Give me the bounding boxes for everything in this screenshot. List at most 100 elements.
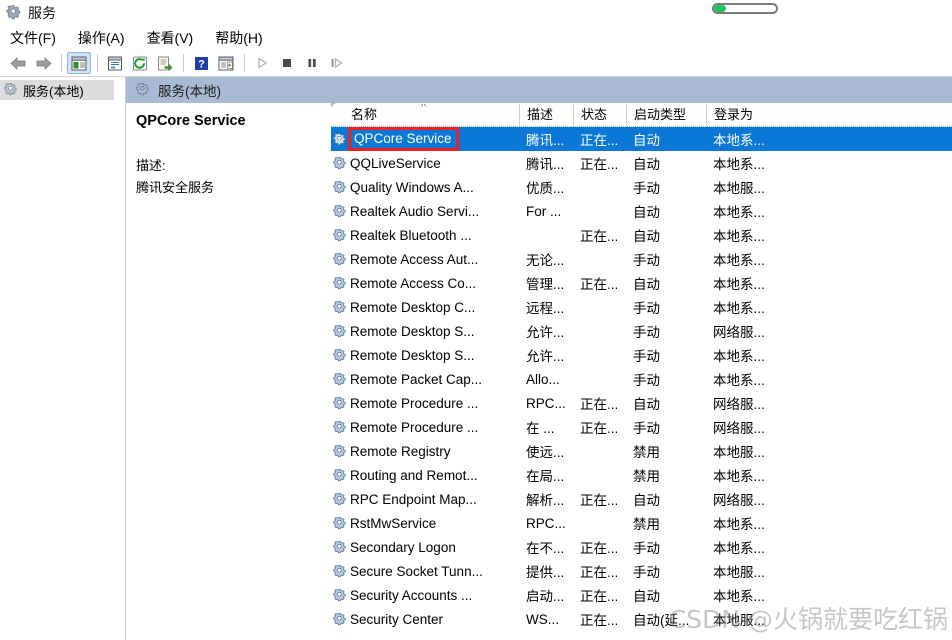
table-row[interactable]: Secure Socket Tunn... 提供... 正在... 手动 本地服... <box>331 559 952 583</box>
cell-service-startup-type: 手动 <box>633 301 660 316</box>
sort-ascending-icon: ^ <box>421 104 427 113</box>
cell-service-name: Remote Desktop S... <box>331 324 519 339</box>
service-gear-icon <box>333 276 347 290</box>
cell-service-name: RPC Endpoint Map... <box>331 492 519 507</box>
column-header-description[interactable]: 描述 <box>519 104 573 126</box>
service-gear-icon <box>333 396 347 410</box>
cell-service-log-on-as: 本地系... <box>713 541 765 556</box>
cell-service-name: Routing and Remot... <box>331 468 519 483</box>
table-row[interactable]: Remote Procedure ... 在 ... 正在... 手动 网络服... <box>331 415 952 439</box>
column-header-name[interactable]: 名称 ^ <box>331 104 519 126</box>
service-name-label: Realtek Bluetooth ... <box>350 227 472 243</box>
cell-service-description: 腾讯... <box>526 157 565 172</box>
cell-service-startup-type: 禁用 <box>633 469 660 484</box>
cell-service-log-on-as: 本地系... <box>713 301 765 316</box>
table-row[interactable]: QPCore Service 腾讯... 正在... 自动 本地系... <box>331 127 952 151</box>
service-gear-icon <box>333 180 347 194</box>
service-gear-icon <box>333 324 347 338</box>
column-header-startup-type[interactable]: 启动类型 <box>626 104 706 126</box>
cell-service-startup-type: 禁用 <box>633 445 660 460</box>
table-row[interactable]: Realtek Audio Servi... For ... 自动 本地系... <box>331 199 952 223</box>
svg-text:?: ? <box>198 58 205 70</box>
service-gear-icon <box>333 420 347 434</box>
cell-service-status: 正在... <box>580 277 619 292</box>
table-row[interactable]: Remote Procedure ... RPC... 正在... 自动 网络服... <box>331 391 952 415</box>
stop-service-icon[interactable] <box>275 52 299 74</box>
cell-service-startup-type: 禁用 <box>633 517 660 532</box>
table-row[interactable]: Realtek Bluetooth ... 正在... 自动 本地系... <box>331 223 952 247</box>
service-name-label: Realtek Audio Servi... <box>350 203 480 219</box>
start-service-icon[interactable] <box>250 52 274 74</box>
menu-bar: 文件(F) 操作(A) 查看(V) 帮助(H) <box>0 26 952 50</box>
table-row[interactable]: Remote Desktop S... 允许... 手动 本地系... <box>331 343 952 367</box>
table-row[interactable]: Quality Windows A... 优质... 手动 本地服... <box>331 175 952 199</box>
cell-service-log-on-as: 本地服... <box>713 565 765 580</box>
table-row[interactable]: Remote Desktop C... 远程... 手动 本地系... <box>331 295 952 319</box>
menu-action[interactable]: 操作(A) <box>76 26 135 50</box>
forward-arrow-icon[interactable] <box>31 52 55 74</box>
pause-service-icon[interactable] <box>300 52 324 74</box>
toolbar-separator-3 <box>183 54 184 72</box>
service-name-label: Remote Procedure ... <box>350 419 479 435</box>
cell-service-description: 在局... <box>526 469 565 484</box>
help-icon[interactable]: ? <box>189 52 213 74</box>
cell-service-name: Remote Packet Cap... <box>331 372 519 387</box>
table-row[interactable]: Remote Registry 使远... 禁用 本地服... <box>331 439 952 463</box>
cell-service-status: 正在... <box>580 541 619 556</box>
service-name-label: Secure Socket Tunn... <box>350 563 483 579</box>
table-row[interactable]: Remote Desktop S... 允许... 手动 网络服... <box>331 319 952 343</box>
show-action-pane-icon[interactable] <box>214 52 238 74</box>
cell-service-status: 正在... <box>580 493 619 508</box>
cell-service-startup-type: 自动 <box>633 397 660 412</box>
cell-service-log-on-as: 本地服... <box>713 445 765 460</box>
menu-view[interactable]: 查看(V) <box>145 26 204 50</box>
back-arrow-icon[interactable] <box>6 52 30 74</box>
cell-service-name: Security Accounts ... <box>331 588 519 603</box>
services-rows: QPCore Service 腾讯... 正在... 自动 本地系... QQLiveSe… <box>331 127 952 631</box>
cell-service-log-on-as: 网络服... <box>713 397 765 412</box>
service-name-label: Secondary Logon <box>350 539 456 555</box>
service-name-label: Quality Windows A... <box>350 179 474 195</box>
cell-service-log-on-as: 本地系... <box>713 589 765 604</box>
tree-item-label: 服务(本地) <box>23 83 84 99</box>
cell-service-startup-type: 手动 <box>633 181 660 196</box>
list-column-headers: 名称 ^ 描述 状态 启动类型 登录为 <box>331 103 952 127</box>
menu-help[interactable]: 帮助(H) <box>213 26 272 50</box>
table-row[interactable]: Remote Access Co... 管理... 正在... 自动 本地系... <box>331 271 952 295</box>
cell-service-description: 远程... <box>526 301 565 316</box>
cell-service-startup-type: 自动 <box>633 229 660 244</box>
export-list-icon[interactable] <box>153 52 177 74</box>
cell-service-description: RPC... <box>526 515 566 531</box>
tree-item-services-local[interactable]: 服务(本地) <box>0 80 114 100</box>
table-row[interactable]: RstMwService RPC... 禁用 本地系... <box>331 511 952 535</box>
refresh-icon[interactable] <box>128 52 152 74</box>
service-name-label: RstMwService <box>350 515 437 531</box>
column-header-status[interactable]: 状态 <box>573 104 626 126</box>
cell-service-log-on-as: 本地服... <box>713 613 765 628</box>
cell-service-name: Remote Desktop S... <box>331 348 519 363</box>
service-name-label: Remote Access Aut... <box>350 251 479 267</box>
title-bar: 服务 <box>0 0 952 26</box>
cell-service-startup-type: 自动 <box>633 205 660 220</box>
table-row[interactable]: Secondary Logon 在不... 正在... 手动 本地系... <box>331 535 952 559</box>
menu-file[interactable]: 文件(F) <box>8 26 66 50</box>
table-row[interactable]: RPC Endpoint Map... 解析... 正在... 自动 网络服... <box>331 487 952 511</box>
cell-service-status: 正在... <box>580 421 619 436</box>
table-row[interactable]: Remote Access Aut... 无论... 手动 本地系... <box>331 247 952 271</box>
cell-service-name: Remote Procedure ... <box>331 420 519 435</box>
table-row[interactable]: QQLiveService 腾讯... 正在... 自动 本地系... <box>331 151 952 175</box>
properties-icon[interactable] <box>103 52 127 74</box>
column-header-log-on-as[interactable]: 登录为 <box>706 104 786 126</box>
cell-service-log-on-as: 网络服... <box>713 421 765 436</box>
cell-service-startup-type: 自动 <box>633 157 660 172</box>
table-row[interactable]: Remote Packet Cap... Allo... 手动 本地系... <box>331 367 952 391</box>
cell-service-name: Realtek Audio Servi... <box>331 204 519 219</box>
table-row[interactable]: Security Center WS... 正在... 自动(延... 本地服... <box>331 607 952 631</box>
console-tree-pane: 服务(本地) <box>0 77 126 640</box>
show-hide-tree-icon[interactable] <box>67 52 91 74</box>
cell-service-description: WS... <box>526 611 559 627</box>
table-row[interactable]: Security Accounts ... 启动... 正在... 自动 本地系... <box>331 583 952 607</box>
service-name-label: Security Accounts ... <box>350 587 473 603</box>
restart-service-icon[interactable] <box>325 52 349 74</box>
table-row[interactable]: Routing and Remot... 在局... 禁用 本地系... <box>331 463 952 487</box>
